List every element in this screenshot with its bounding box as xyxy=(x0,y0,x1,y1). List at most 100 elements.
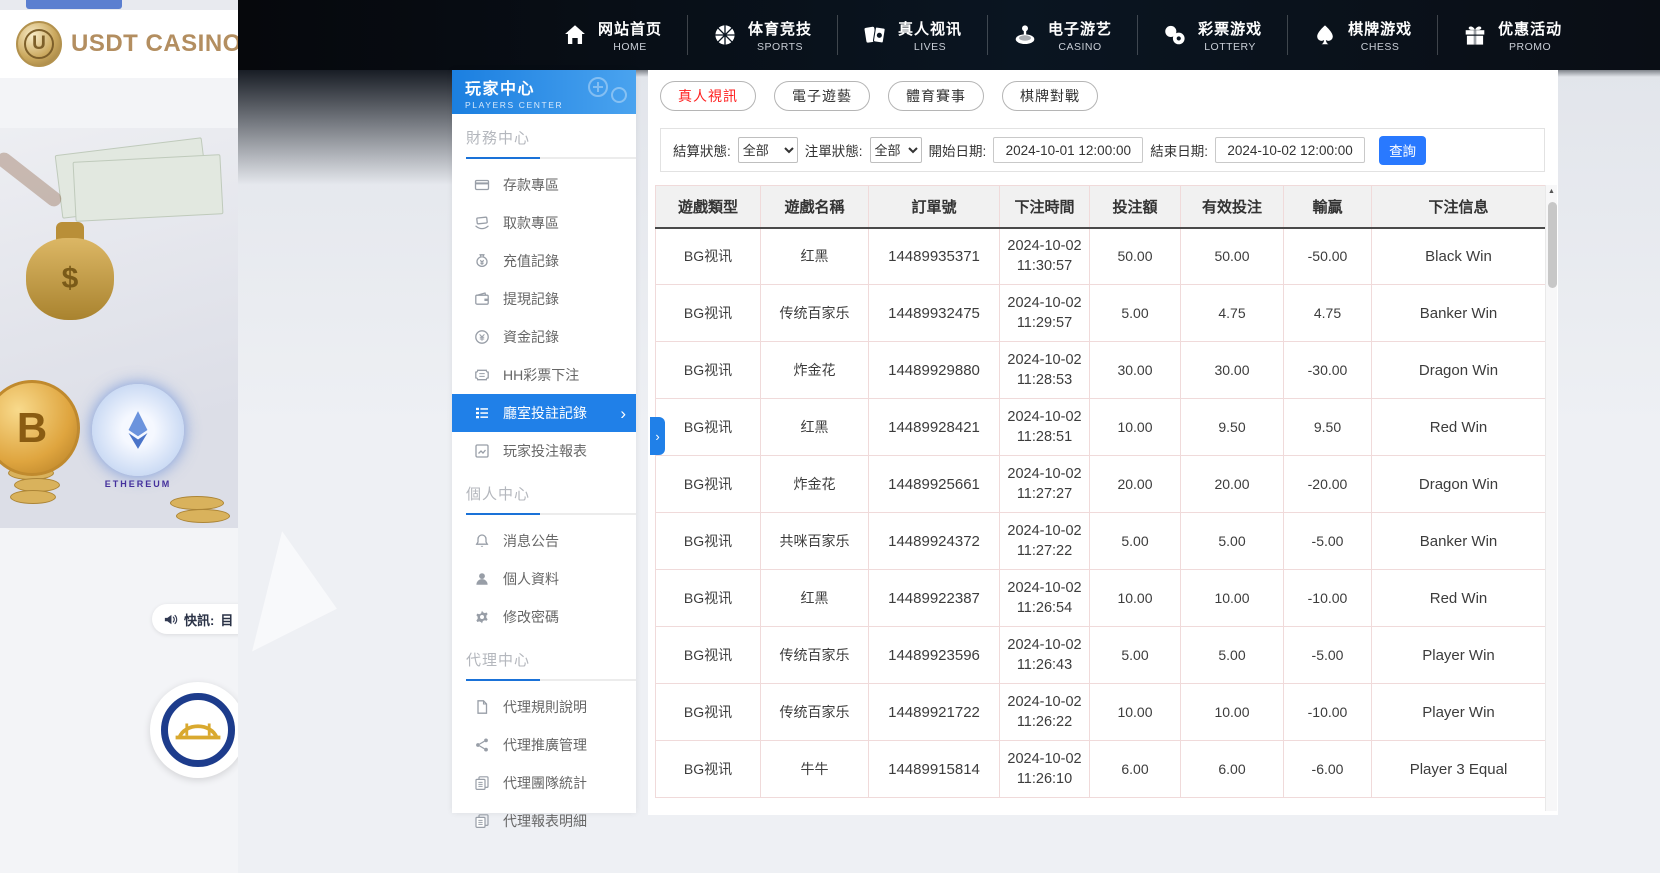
money-bag-graphic: $ xyxy=(26,220,114,320)
start-date-label: 開始日期: xyxy=(928,144,987,159)
start-date-input[interactable] xyxy=(993,137,1144,163)
cell-bet-info: Red Win xyxy=(1371,569,1546,627)
cell-bet-amount: 5.00 xyxy=(1089,626,1181,684)
nav-label-en: HOME xyxy=(613,40,647,53)
cell-game-type: BG视讯 xyxy=(655,626,761,684)
cell-game-type: BG视讯 xyxy=(655,512,761,570)
cell-bet-time: 2024-10-02 11:26:22 xyxy=(999,683,1090,741)
sidebar-item-label: 代理規則說明 xyxy=(503,699,587,715)
cell-game-name: 传统百家乐 xyxy=(760,284,869,342)
sidebar-item[interactable]: 取款專區 xyxy=(452,204,636,242)
tab-egame[interactable]: 電子遊藝 xyxy=(774,81,870,111)
sidebar-item[interactable]: 個人資料 xyxy=(452,560,636,598)
chevron-right-icon: › xyxy=(620,403,626,423)
nav-label-zh: 电子游艺 xyxy=(1048,20,1113,38)
cell-valid-bet: 30.00 xyxy=(1180,341,1284,399)
cell-valid-bet: 10.00 xyxy=(1180,683,1284,741)
cell-game-name: 牛牛 xyxy=(760,740,869,798)
sidebar-item[interactable]: 充值記錄 xyxy=(452,242,636,280)
nav-label-zh: 体育竞技 xyxy=(748,20,813,38)
col-bet-info: 下注信息 xyxy=(1371,185,1546,229)
bet-table-body: BG视讯 红黑 14489935371 2024-10-02 11:30:57 5… xyxy=(655,227,1546,798)
sidebar-section: 個人中心 消息公告 個人資料 修改密碼 xyxy=(452,470,636,636)
cell-bet-info: Black Win xyxy=(1371,227,1546,285)
cell-game-name: 炸金花 xyxy=(760,341,869,399)
search-button[interactable]: 查詢 xyxy=(1379,135,1427,165)
basketball-icon xyxy=(713,23,737,47)
strip-fragment xyxy=(26,0,122,9)
end-date-input[interactable] xyxy=(1215,137,1366,163)
settle-status-select[interactable]: 全部 xyxy=(737,137,798,163)
cell-bet-time: 2024-10-02 11:26:54 xyxy=(999,569,1090,627)
cell-game-name: 传统百家乐 xyxy=(760,683,869,741)
cell-game-name: 红黑 xyxy=(760,227,869,285)
sidebar-section: 財務中心 存款專區 取款專區 充值記錄 提現記錄 資金記錄 HH彩票下注 廳室投… xyxy=(452,114,636,470)
promo-photo: $ B ETHEREUM xyxy=(0,128,238,528)
sidebar-item[interactable]: 廳室投註記錄 › xyxy=(452,394,636,432)
cell-bet-time: 2024-10-02 11:28:53 xyxy=(999,341,1090,399)
col-order-no: 訂單號 xyxy=(868,185,1000,229)
cell-bet-time: 2024-10-02 11:27:22 xyxy=(999,512,1090,570)
site-logo[interactable]: U USDT CASINO xyxy=(0,10,238,78)
sidebar-item[interactable]: 代理推廣管理 xyxy=(452,726,636,764)
cell-win-loss: -30.00 xyxy=(1283,341,1372,399)
sidebar-item-label: 資金記錄 xyxy=(503,329,559,345)
sidebar-item[interactable]: 代理規則說明 xyxy=(452,688,636,726)
cell-valid-bet: 10.00 xyxy=(1180,569,1284,627)
nav-item-lottery[interactable]: 彩票游戏 LOTTERY xyxy=(1137,15,1287,55)
scrollbar-thumb[interactable] xyxy=(1547,202,1557,288)
bell-icon xyxy=(474,533,490,549)
sidebar-item[interactable]: 資金記錄 xyxy=(452,318,636,356)
sidebar-collapse-handle[interactable]: › xyxy=(650,417,665,455)
order-status-label: 注單狀態: xyxy=(804,144,863,159)
cell-game-name: 炸金花 xyxy=(760,455,869,513)
tab-live[interactable]: 真人視訊 xyxy=(660,81,756,111)
bridge-icon xyxy=(161,693,235,767)
doc-icon xyxy=(474,699,490,715)
nav-item-chess[interactable]: 棋牌游戏 CHESS xyxy=(1287,15,1437,55)
col-bet-time: 下注時間 xyxy=(999,185,1090,229)
cell-valid-bet: 4.75 xyxy=(1180,284,1284,342)
scroll-up-arrow[interactable]: ▲ xyxy=(1546,185,1557,199)
ethereum-icon xyxy=(92,384,184,476)
nav-label-en: CASINO xyxy=(1058,40,1102,53)
sidebar-item[interactable]: HH彩票下注 xyxy=(452,356,636,394)
sidebar-item-label: 個人資料 xyxy=(503,571,559,587)
table-row: BG视讯 炸金花 14489929880 2024-10-02 11:28:53 … xyxy=(655,341,1546,399)
nav-item-casino[interactable]: 电子游艺 CASINO xyxy=(987,15,1137,55)
cell-bet-amount: 5.00 xyxy=(1089,512,1181,570)
tab-chess[interactable]: 棋牌對戰 xyxy=(1002,81,1098,111)
cell-win-loss: -5.00 xyxy=(1283,626,1372,684)
report-icon xyxy=(474,443,490,459)
cell-bet-amount: 10.00 xyxy=(1089,398,1181,456)
share-icon xyxy=(474,737,490,753)
sidebar-sections: 財務中心 存款專區 取款專區 充值記錄 提現記錄 資金記錄 HH彩票下注 廳室投… xyxy=(452,114,636,840)
sidebar-item[interactable]: 修改密碼 xyxy=(452,598,636,636)
cell-game-type: BG视讯 xyxy=(655,455,761,513)
nav-item-lives[interactable]: 真人视讯 LIVES xyxy=(837,15,987,55)
sidebar-item[interactable]: 存款專區 xyxy=(452,166,636,204)
nav-item-sports[interactable]: 体育竞技 SPORTS xyxy=(687,15,837,55)
table-row: BG视讯 红黑 14489935371 2024-10-02 11:30:57 5… xyxy=(655,227,1546,285)
sidebar-item[interactable]: 提現記錄 xyxy=(452,280,636,318)
gift-icon xyxy=(1463,23,1487,47)
cell-game-type: BG视讯 xyxy=(655,569,761,627)
order-status-select[interactable]: 全部 xyxy=(869,137,922,163)
cell-bet-time: 2024-10-02 11:26:10 xyxy=(999,740,1090,798)
section-divider xyxy=(466,513,636,515)
table-row: BG视讯 炸金花 14489925661 2024-10-02 11:27:27 … xyxy=(655,455,1546,513)
sidebar-item[interactable]: 消息公告 xyxy=(452,522,636,560)
sidebar-item[interactable]: 玩家投注報表 xyxy=(452,432,636,470)
player-center-sidebar: 玩家中心 PLAYERS CENTER 財務中心 存款專區 取款專區 充值記錄 … xyxy=(452,70,636,829)
nav-item-home[interactable]: 网站首页 HOME xyxy=(538,15,687,55)
table-scrollbar[interactable]: ▲ xyxy=(1545,185,1557,811)
cell-bet-amount: 30.00 xyxy=(1089,341,1181,399)
cell-win-loss: -5.00 xyxy=(1283,512,1372,570)
cell-bet-amount: 10.00 xyxy=(1089,569,1181,627)
cell-bet-time: 2024-10-02 11:28:51 xyxy=(999,398,1090,456)
tab-sports[interactable]: 體育賽事 xyxy=(888,81,984,111)
nav-item-promo[interactable]: 优惠活动 PROMO xyxy=(1437,15,1587,55)
sidebar-item[interactable]: 代理報表明細 xyxy=(452,802,636,840)
sidebar-item[interactable]: 代理團隊統計 xyxy=(452,764,636,802)
table-row: BG视讯 传统百家乐 14489932475 2024-10-02 11:29:5… xyxy=(655,284,1546,342)
